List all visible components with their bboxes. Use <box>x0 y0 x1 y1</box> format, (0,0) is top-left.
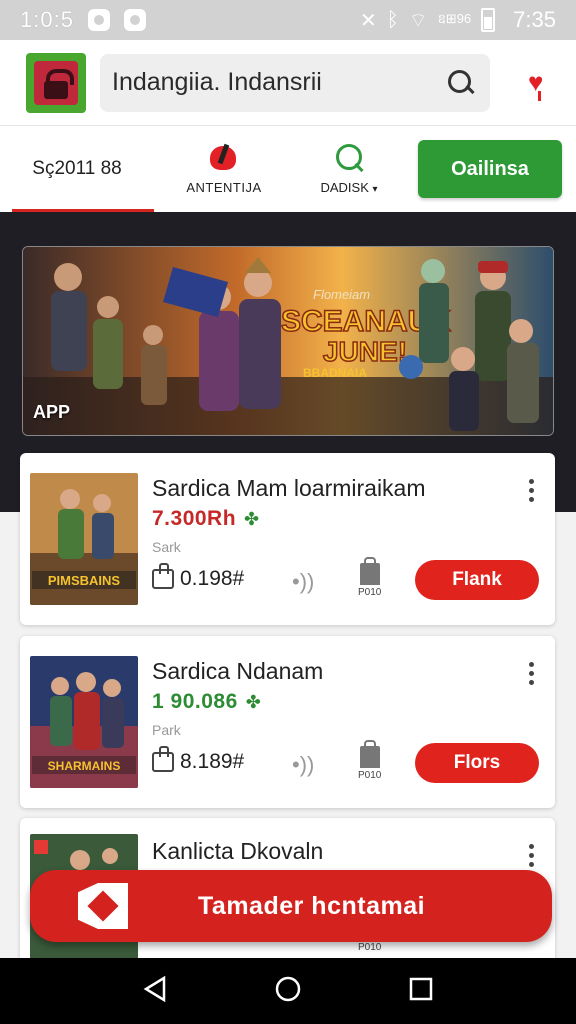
tab-dadisk-text: DADISK <box>320 179 369 195</box>
hero-banner[interactable]: Flomeiam SCEANAUK JUNE! BBADNAIA APP <box>22 246 554 436</box>
app-likes: 0.198# <box>152 563 245 591</box>
recents-button[interactable] <box>408 976 434 1007</box>
home-icon <box>275 976 301 1001</box>
app-price: 7.300Rh ✤ <box>152 507 260 531</box>
tab-antenna[interactable]: ANTENTIJA <box>154 126 294 212</box>
app-action-button[interactable]: Flank <box>415 560 539 600</box>
lock-bag-icon <box>34 60 78 105</box>
app-subtitle: Sark <box>152 539 181 555</box>
tag-icon <box>78 883 128 929</box>
system-nav-bar <box>0 958 576 1024</box>
favorites-button[interactable]: ♥ <box>526 65 554 101</box>
app-title[interactable]: Kanlicta Dkovaln <box>152 838 323 865</box>
leaf-icon: ✤ <box>245 692 262 712</box>
wifi-icon: ⌔ <box>408 9 428 32</box>
status-bar: 1:0:5 ✕ ᛒ ⌔ ឧ⊞96 7:35 <box>0 0 576 40</box>
app-likes-value: 8.189# <box>180 750 245 773</box>
heart-icon: ♥ <box>528 66 544 97</box>
hero-artwork: Flomeiam SCEANAUK JUNE! BBADNAIA <box>23 247 553 435</box>
sound-icon[interactable]: •)) <box>292 569 314 595</box>
home-button[interactable] <box>273 974 303 1009</box>
app-bar: Indangiia. Indansrii ♥ <box>0 40 576 126</box>
app-root: 1:0:5 ✕ ᛒ ⌔ ឧ⊞96 7:35 Indangiia. Indansr… <box>0 0 576 1024</box>
hero-headline-small: Flomeiam <box>313 287 370 302</box>
search-icon[interactable] <box>448 69 474 96</box>
primary-cta-button[interactable]: Oailinsa <box>418 140 562 198</box>
bag-icon <box>359 557 380 585</box>
tab-row: Sç2011 88 ANTENTIJA DADISK ▾ Oailinsa <box>0 126 576 212</box>
app-title[interactable]: Sardica Mam loarmiraikam <box>152 475 426 502</box>
search-input[interactable]: Indangiia. Indansrii <box>112 68 448 97</box>
app-card[interactable]: SHARMAINS Sardica Ndanam 1 90.086 ✤ Park … <box>20 636 555 808</box>
more-options-icon[interactable] <box>529 479 535 505</box>
thumb-up-icon <box>152 563 174 589</box>
app-card[interactable]: PIMSBAINS Sardica Mam loarmiraikam 7.300… <box>20 453 555 625</box>
app-price-value: 7.300Rh <box>152 507 237 530</box>
bluetooth-icon: ᛒ <box>386 8 399 31</box>
hero-headline-3: BBADNAIA <box>303 366 367 380</box>
thumb-up-icon <box>152 746 174 772</box>
floating-action-label: Tamader hcntamai <box>198 891 426 920</box>
app-logo[interactable] <box>26 52 86 113</box>
app-price-value: 1 90.086 <box>152 690 238 713</box>
back-icon <box>143 975 166 1002</box>
app-subtitle: Park <box>152 722 181 738</box>
heart-stem <box>538 90 541 101</box>
status-time-left: 1:0:5 <box>20 7 74 32</box>
app-price: 1 90.086 ✤ <box>152 690 261 714</box>
leaf-icon: ✤ <box>244 509 260 529</box>
thumb-caption: SHARMAINS <box>48 759 121 773</box>
hero-headline-2: JUNE! <box>323 336 407 367</box>
chevron-down-icon: ▾ <box>372 183 378 195</box>
hero-tag: APP <box>33 402 71 422</box>
antenna-icon <box>207 144 241 174</box>
app-likes-value: 0.198# <box>180 567 245 590</box>
app-thumbnail: PIMSBAINS <box>30 473 138 605</box>
bag-label: P010 <box>358 942 382 953</box>
app-likes: 8.189# <box>152 746 245 774</box>
bag-button[interactable]: P010 <box>358 740 382 781</box>
search-bar[interactable]: Indangiia. Indansrii <box>100 53 490 112</box>
tab-antenna-label: ANTENTIJA <box>186 179 262 195</box>
bag-label: P010 <box>358 587 382 598</box>
status-icons: ✕ ᛒ ⌔ ឧ⊞96 7:35 <box>360 7 556 33</box>
mute-icon: ✕ <box>359 9 377 32</box>
more-options-icon[interactable] <box>529 662 535 688</box>
app-action-button[interactable]: Flors <box>415 743 539 783</box>
bag-label: P010 <box>358 770 382 781</box>
more-options-icon[interactable] <box>529 844 535 870</box>
app-thumbnail: SHARMAINS <box>30 656 138 788</box>
tab-dadisk-label: DADISK ▾ <box>320 180 377 195</box>
carrier-label: ឧ⊞96 <box>437 10 472 26</box>
tab-first[interactable]: Sç2011 88 <box>0 126 154 212</box>
thumb-caption: PIMSBAINS <box>48 573 121 588</box>
sound-icon[interactable]: •)) <box>292 752 314 778</box>
bag-icon <box>359 740 380 768</box>
notification-icon <box>87 9 110 31</box>
floating-action-bar[interactable]: Tamader hcntamai <box>30 870 552 942</box>
back-button[interactable] <box>142 975 168 1008</box>
app-title[interactable]: Sardica Ndanam <box>152 658 323 685</box>
tab-dadisk[interactable]: DADISK ▾ <box>294 126 404 212</box>
media-icon <box>123 9 146 31</box>
bag-button[interactable]: P010 <box>358 557 382 598</box>
recents-icon <box>409 977 432 1000</box>
search-green-icon <box>334 143 364 174</box>
battery-icon <box>481 8 496 32</box>
status-time-right: 7:35 <box>513 7 556 32</box>
